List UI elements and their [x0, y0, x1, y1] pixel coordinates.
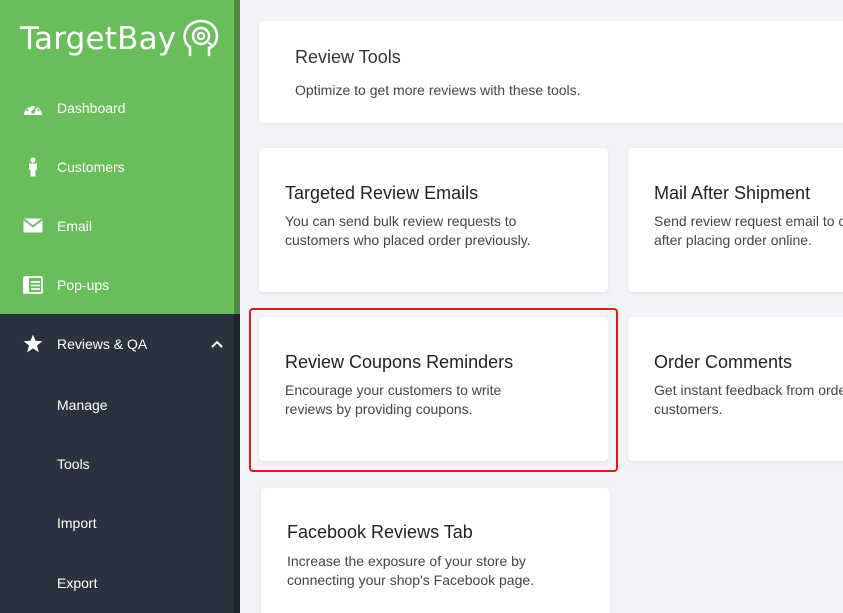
- sidebar-divider-lower: [234, 314, 240, 613]
- tool-card-description-line: after placing order online.: [654, 232, 812, 248]
- popup-icon: [22, 274, 44, 296]
- selection-highlight: [249, 308, 618, 472]
- sidebar-primary-section: TargetBay Dashboard Customers Email Pop-…: [0, 0, 234, 314]
- tool-card-mail-after-shipment[interactable]: Mail After Shipment Send review request …: [628, 148, 843, 292]
- tool-card-title: Targeted Review Emails: [285, 183, 479, 203]
- sidebar-subitem-label: Tools: [57, 455, 90, 472]
- tool-card-description-line: Increase the exposure of your store by: [287, 553, 526, 569]
- person-icon: [22, 156, 44, 178]
- tool-card-description-line: connecting your shop's Facebook page.: [287, 572, 535, 588]
- sidebar-subitem-import[interactable]: Import: [0, 493, 234, 552]
- sidebar-item-email[interactable]: Email: [0, 196, 234, 255]
- head-target-icon: [183, 19, 219, 57]
- sidebar-item-label: Pop-ups: [57, 276, 110, 293]
- sidebar-item-dashboard[interactable]: Dashboard: [0, 78, 234, 137]
- sidebar-item-customers[interactable]: Customers: [0, 137, 234, 196]
- tool-card-targeted-review-emails[interactable]: Targeted Review Emails You can send bulk…: [259, 148, 608, 292]
- chevron-up-icon[interactable]: [210, 337, 224, 351]
- tool-card-description: You can send bulk review requests to cus…: [285, 212, 555, 250]
- sidebar-subitem-label: Export: [57, 574, 98, 591]
- sidebar-subitem-manage[interactable]: Manage: [0, 375, 234, 434]
- sidebar-item-label: Reviews & QA: [57, 335, 148, 352]
- sidebar: TargetBay Dashboard Customers Email Pop-…: [0, 0, 234, 613]
- star-icon: [22, 333, 44, 355]
- tool-card-title: Order Comments: [654, 352, 793, 372]
- tool-card-description: Send review request email to c after pla…: [654, 212, 843, 250]
- tool-card-description-line: customers.: [654, 401, 723, 417]
- dashboard-icon: [22, 97, 44, 119]
- tool-card-description: Increase the exposure of your store by c…: [287, 552, 557, 590]
- sidebar-subitem-label: Import: [57, 514, 97, 531]
- envelope-icon: [22, 215, 44, 237]
- sidebar-subitem-tools[interactable]: Tools: [0, 434, 234, 493]
- page-title: Review Tools: [295, 47, 401, 67]
- sidebar-subitem-export[interactable]: Export: [0, 553, 234, 612]
- sidebar-subitem-label: Manage: [57, 396, 108, 413]
- sidebar-item-label: Dashboard: [57, 99, 126, 116]
- tool-card-description: Get instant feedback from orde customers…: [654, 381, 843, 419]
- page-header-card: Review Tools Optimize to get more review…: [259, 21, 843, 123]
- tool-card-facebook-reviews-tab[interactable]: Facebook Reviews Tab Increase the exposu…: [261, 488, 610, 613]
- logo-text: TargetBay: [20, 21, 177, 57]
- tool-card-description-line: You can send bulk review requests to: [285, 213, 517, 229]
- targetbay-logo[interactable]: TargetBay: [20, 18, 220, 60]
- tool-card-title: Mail After Shipment: [654, 183, 811, 203]
- tool-card-description-line: Get instant feedback from orde: [654, 382, 843, 398]
- tool-card-description-line: customers who placed order previously.: [285, 232, 531, 248]
- sidebar-item-label: Email: [57, 217, 93, 234]
- sidebar-item-label: Customers: [57, 158, 125, 175]
- tool-card-description-line: Send review request email to c: [654, 213, 843, 229]
- page-subtitle: Optimize to get more reviews with these …: [295, 82, 581, 98]
- sidebar-item-popups[interactable]: Pop-ups: [0, 255, 234, 314]
- sidebar-item-reviews-qa[interactable]: Reviews & QA: [0, 314, 234, 373]
- tool-card-order-comments[interactable]: Order Comments Get instant feedback from…: [628, 317, 843, 461]
- tool-card-title: Facebook Reviews Tab: [287, 522, 473, 542]
